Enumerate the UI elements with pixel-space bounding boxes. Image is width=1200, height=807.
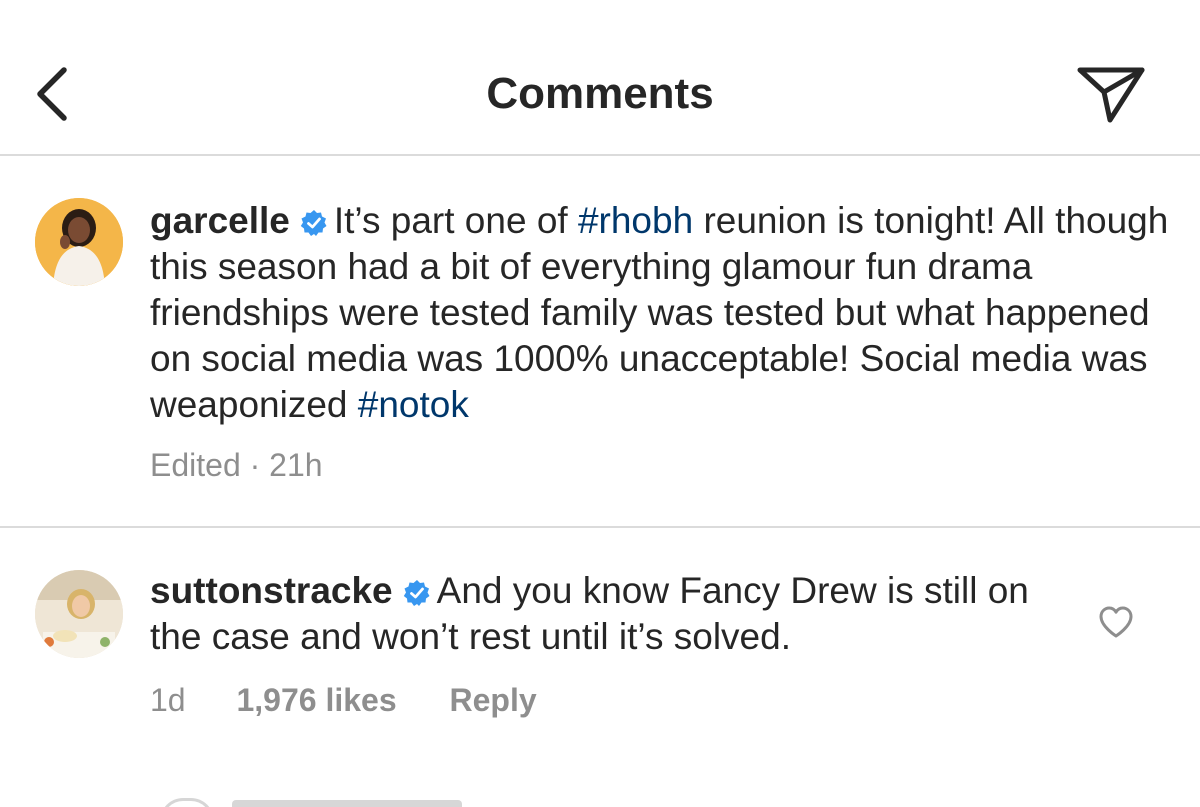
verified-badge-icon <box>300 210 327 236</box>
comment-username[interactable]: suttonstracke <box>150 570 393 611</box>
meta-separator: · <box>249 447 261 483</box>
divider <box>0 526 1200 528</box>
hashtag-link-rhobh[interactable]: #rhobh <box>578 200 693 241</box>
caption-text: garcelle It’s part one of #rhobh reunion… <box>150 198 1170 428</box>
caption-text-part-1: It’s part one of <box>333 200 578 241</box>
like-comment-button[interactable] <box>1096 602 1136 642</box>
caption-meta: Edited · 21h <box>150 445 323 485</box>
comment-timestamp: 1d <box>150 682 186 718</box>
hashtag-link-notok[interactable]: #notok <box>358 384 469 425</box>
profile-photo-garcelle <box>35 198 123 286</box>
paper-plane-icon <box>1077 67 1145 123</box>
reply-button[interactable]: Reply <box>450 680 537 720</box>
verified-badge-icon <box>403 580 430 606</box>
next-comment-preview <box>232 800 462 807</box>
likes-count[interactable]: 1,976 likes <box>236 680 396 720</box>
avatar[interactable] <box>35 570 123 658</box>
avatar[interactable] <box>35 198 123 286</box>
header-bar: Comments <box>0 0 1200 156</box>
profile-photo-sutton <box>35 570 123 658</box>
next-comment-avatar <box>160 798 214 807</box>
page-title: Comments <box>486 69 714 118</box>
edited-label: Edited <box>150 447 241 483</box>
heart-outline-icon <box>1099 606 1133 638</box>
caption-timestamp: 21h <box>269 447 323 483</box>
caption-username[interactable]: garcelle <box>150 200 290 241</box>
comments-screen: Comments garcelle It’s part one of #rhob… <box>0 0 1200 807</box>
comment-meta: 1d 1,976 likes Reply <box>150 680 537 720</box>
comment-body: suttonstracke And you know Fancy Drew is… <box>150 568 1050 660</box>
share-button[interactable] <box>1076 64 1146 124</box>
